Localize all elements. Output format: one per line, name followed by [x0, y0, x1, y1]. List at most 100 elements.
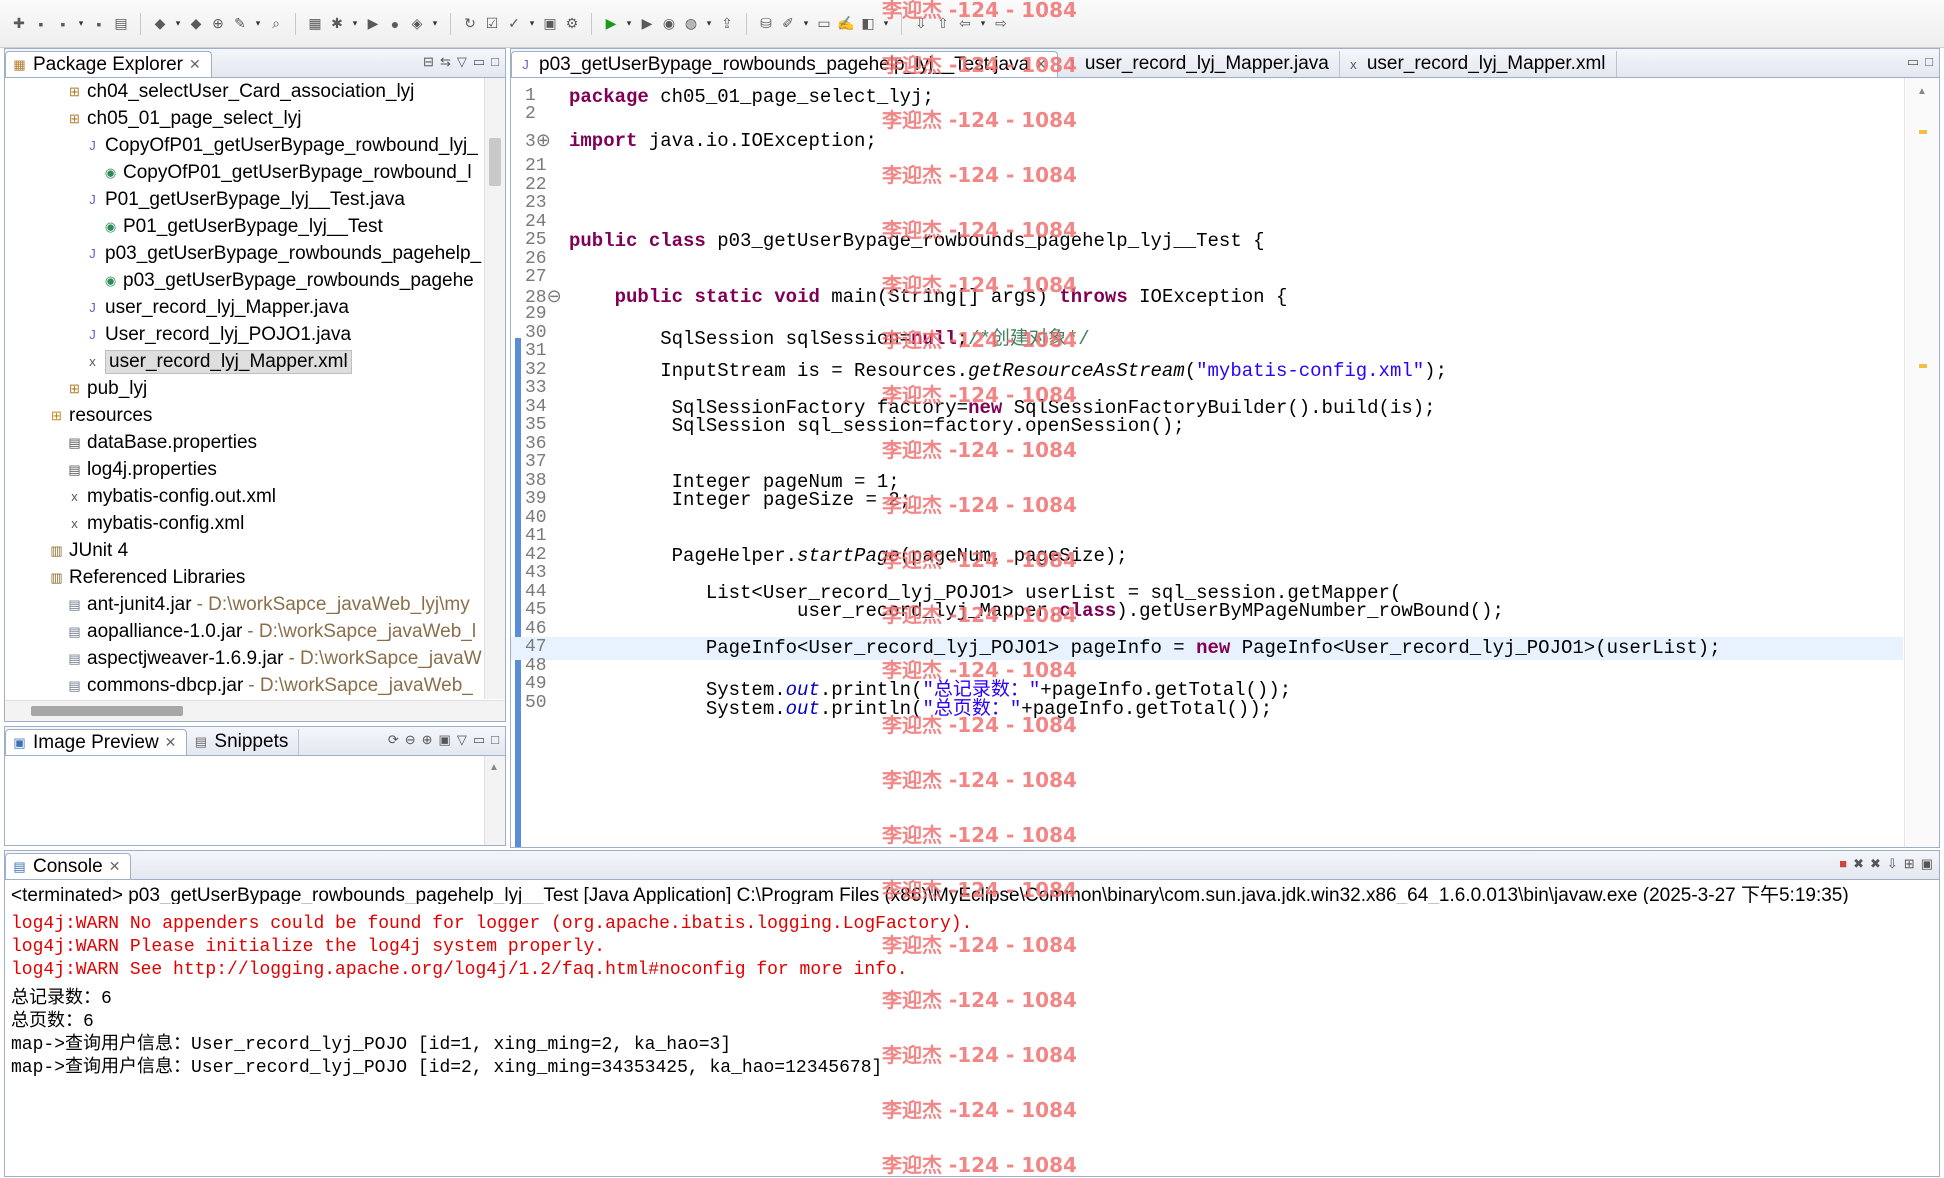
- remove-all-icon[interactable]: ✖: [1870, 856, 1881, 872]
- minimize-icon[interactable]: ▭: [473, 54, 485, 70]
- dropdown-arrow-icon[interactable]: ▾: [173, 18, 183, 29]
- code-line[interactable]: 50 System.out.println("总页数："+pageInfo.ge…: [511, 693, 1903, 720]
- dropdown-arrow-icon[interactable]: ▾: [76, 18, 86, 29]
- maximize-icon[interactable]: □: [1925, 54, 1933, 70]
- tree-item[interactable]: ▤ log4j.properties: [67, 456, 217, 483]
- code-line[interactable]: 3⊕ import java.io.IOException;: [511, 130, 1903, 153]
- tree-item[interactable]: x mybatis-config.xml: [67, 510, 244, 537]
- open-resource-icon[interactable]: ◆: [187, 15, 205, 33]
- tree-item[interactable]: J P01_getUserBypage_lyj__Test.java: [85, 186, 405, 213]
- run-external-icon[interactable]: ▶: [638, 15, 656, 33]
- collapse-all-icon[interactable]: ⊟: [423, 54, 434, 70]
- editor-tab[interactable]: Juser_record_lyj_Mapper.java: [1058, 51, 1340, 77]
- open-type-icon[interactable]: ◆: [151, 15, 169, 33]
- dropdown-arrow-icon[interactable]: ▾: [253, 18, 263, 29]
- tree-vertical-scrollbar[interactable]: [484, 78, 505, 699]
- scroll-thumb[interactable]: [489, 138, 501, 186]
- tree-item[interactable]: ▥ Referenced Libraries: [49, 564, 245, 591]
- overview-ruler[interactable]: ▲: [1904, 78, 1939, 847]
- new-wizard-icon[interactable]: ▤: [112, 15, 130, 33]
- dropdown-arrow-icon[interactable]: ▾: [704, 18, 714, 29]
- save-icon[interactable]: ▪: [32, 15, 50, 33]
- task-icon[interactable]: ☑: [483, 15, 501, 33]
- new-file-icon[interactable]: ✚: [10, 15, 28, 33]
- find-icon[interactable]: ⌕: [267, 15, 285, 33]
- link-editor-icon[interactable]: ⇆: [440, 54, 451, 70]
- build-icon[interactable]: ▦: [306, 15, 324, 33]
- tree-item[interactable]: ⊞ ch05_01_page_select_lyj: [67, 105, 301, 132]
- zoom-in-icon[interactable]: ⊕: [422, 732, 433, 748]
- tree-item[interactable]: ▥ JUnit 4: [49, 537, 128, 564]
- close-icon[interactable]: ✕: [189, 56, 201, 73]
- dropdown-arrow-icon[interactable]: ▾: [801, 18, 811, 29]
- editor-tab[interactable]: x user_record_lyj_Mapper.xml: [1340, 51, 1617, 77]
- code-line[interactable]: 2: [511, 104, 1903, 127]
- pen-icon[interactable]: ✐: [779, 15, 797, 33]
- tree-item[interactable]: ▤ ant-junit4.jar - D:\workSapce_javaWeb_l…: [67, 591, 469, 618]
- scroll-up-icon[interactable]: ▲: [1917, 86, 1927, 97]
- tree-item[interactable]: ▤ dataBase.properties: [67, 429, 257, 456]
- settings-icon[interactable]: ⚙: [563, 15, 581, 33]
- web-icon[interactable]: ⊕: [209, 15, 227, 33]
- tree-horizontal-scrollbar[interactable]: [5, 700, 505, 721]
- coverage-icon[interactable]: ◉: [660, 15, 678, 33]
- dropdown-arrow-icon[interactable]: ▾: [350, 18, 360, 29]
- console-icon[interactable]: ▣: [541, 15, 559, 33]
- minimize-icon[interactable]: ▭: [1907, 54, 1919, 70]
- run-icon[interactable]: ▶: [602, 15, 620, 33]
- minimize-icon[interactable]: ▭: [473, 732, 485, 748]
- tree-item[interactable]: ▤ commons-dbcp.jar - D:\workSapce_javaWeb…: [67, 672, 473, 699]
- warning-marker[interactable]: [1919, 364, 1927, 368]
- tree-item[interactable]: ▤ aopalliance-1.0.jar - D:\workSapce_java…: [67, 618, 476, 645]
- mark-icon[interactable]: ✓: [505, 15, 523, 33]
- server-icon[interactable]: ▶: [364, 15, 382, 33]
- dropdown-arrow-icon[interactable]: ▾: [527, 18, 537, 29]
- tree-item[interactable]: J CopyOfP01_getUserBypage_rowbound_lyj_: [85, 132, 478, 159]
- dropdown-arrow-icon[interactable]: ▾: [430, 18, 440, 29]
- folder-icon[interactable]: ▭: [815, 15, 833, 33]
- debug-icon[interactable]: ✱: [328, 15, 346, 33]
- profile-icon[interactable]: ◍: [682, 15, 700, 33]
- refactor-icon[interactable]: ◈: [408, 15, 426, 33]
- close-icon[interactable]: ✕: [109, 858, 121, 875]
- tree-item[interactable]: ⊞ resources: [49, 402, 152, 429]
- tab-console[interactable]: ▤ Console ✕: [5, 853, 132, 879]
- bookmark-icon[interactable]: ◧: [859, 15, 877, 33]
- maximize-icon[interactable]: □: [491, 54, 499, 70]
- tree-item[interactable]: J User_record_lyj_POJO1.java: [85, 321, 351, 348]
- dropdown-arrow-icon[interactable]: ▾: [624, 18, 634, 29]
- fit-icon[interactable]: ▣: [439, 732, 451, 748]
- scroll-lock-icon[interactable]: ⇩: [1887, 856, 1898, 872]
- globe-icon[interactable]: ●: [386, 15, 404, 33]
- tab-snippets[interactable]: ▤ Snippets: [187, 729, 300, 755]
- zoom-out-icon[interactable]: ⊖: [405, 732, 416, 748]
- terminate-icon[interactable]: ■: [1839, 856, 1847, 872]
- deploy-icon[interactable]: ⇪: [718, 15, 736, 33]
- refresh-icon[interactable]: ⟳: [388, 732, 399, 748]
- pin-console-icon[interactable]: ⊞: [1904, 856, 1915, 872]
- database-icon[interactable]: ⛁: [757, 15, 775, 33]
- code-editor[interactable]: 1 package ch05_01_page_select_lyj; 2 3⊕ impo…: [511, 78, 1903, 847]
- annotation-icon[interactable]: ✍: [837, 15, 855, 33]
- tree-item[interactable]: Jp03_getUserBypage_rowbounds_pagehelp_: [85, 240, 481, 267]
- display-console-icon[interactable]: ▣: [1921, 856, 1933, 872]
- tree-item[interactable]: ◉ P01_getUserBypage_lyj__Test: [103, 213, 383, 240]
- warning-marker[interactable]: [1919, 130, 1927, 134]
- scroll-up-icon[interactable]: ▲: [489, 762, 499, 773]
- tab-package-explorer[interactable]: ▦ Package Explorer ✕: [5, 51, 212, 77]
- scroll-thumb[interactable]: [31, 706, 183, 716]
- tree-item[interactable]: ⊞ pub_lyj: [67, 375, 147, 402]
- close-icon[interactable]: ✕: [165, 734, 177, 751]
- history-icon[interactable]: ↻: [461, 15, 479, 33]
- save-all-icon[interactable]: ▪: [54, 15, 72, 33]
- tree-item[interactable]: x mybatis-config.out.xml: [67, 483, 276, 510]
- tree-item[interactable]: Juser_record_lyj_Mapper.java: [85, 294, 349, 321]
- tree-item[interactable]: ⊞ ch04_selectUser_Card_association_lyj: [67, 78, 414, 105]
- tree-item[interactable]: x user_record_lyj_Mapper.xml: [85, 348, 352, 375]
- print-icon[interactable]: ▪: [90, 15, 108, 33]
- view-menu-icon[interactable]: ▽: [457, 732, 467, 748]
- tab-image-preview[interactable]: ▣ Image Preview ✕: [5, 729, 188, 755]
- tree-item[interactable]: ◉ p03_getUserBypage_rowbounds_pagehe: [103, 267, 474, 294]
- maximize-icon[interactable]: □: [491, 732, 499, 748]
- remove-launch-icon[interactable]: ✖: [1853, 856, 1864, 872]
